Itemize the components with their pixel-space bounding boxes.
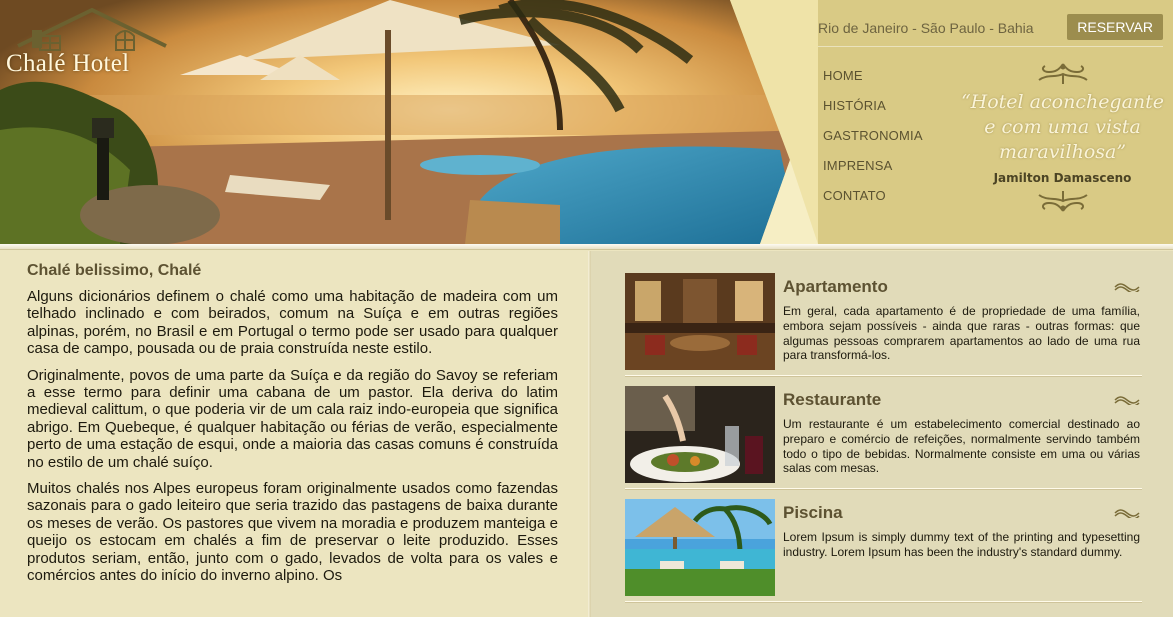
card-text: Em geral, cada apartamento é de propried… (783, 304, 1140, 363)
ornament-bottom-icon (1037, 191, 1088, 212)
card-divider (625, 601, 1142, 602)
top-bar: Rio de Janeiro - São Paulo - Bahia RESER… (818, 14, 1173, 42)
article-paragraph: Alguns dicionários definem o chalé como … (27, 288, 558, 358)
card-title[interactable]: Restaurante (783, 390, 881, 410)
nav-item-home[interactable]: HOME (823, 66, 943, 96)
nav-item-imprensa[interactable]: IMPRENSA (823, 156, 943, 186)
testimonial: “Hotel aconchegante e com uma vista mara… (955, 62, 1170, 227)
card-apartamento[interactable]: Apartamento Em geral, cada apartamento é… (625, 273, 1142, 377)
quote-author: Jamilton Damasceno (993, 171, 1132, 185)
sidebar: Apartamento Em geral, cada apartamento é… (591, 251, 1173, 617)
card-divider (625, 375, 1142, 376)
card-title[interactable]: Piscina (783, 503, 843, 523)
wave-icon (1114, 283, 1140, 292)
card-piscina[interactable]: Piscina Lorem Ipsum is simply dummy text… (625, 499, 1142, 603)
nav-item-gastronomia[interactable]: GASTRONOMIA (823, 126, 943, 156)
article-paragraph: Muitos chalés nos Alpes europeus foram o… (27, 480, 558, 585)
card-restaurante[interactable]: Restaurante Um restaurante é um estabele… (625, 386, 1142, 490)
wave-icon (1114, 396, 1140, 405)
location-text: Rio de Janeiro - São Paulo - Bahia (818, 20, 1034, 36)
main-nav: HOME HISTÓRIA GASTRONOMIA IMPRENSA CONTA… (823, 66, 943, 216)
site-header: Chalé Hotel Rio de Janeiro - São Paulo -… (0, 0, 1173, 244)
logo-text[interactable]: Chalé Hotel (6, 50, 129, 78)
pool-photo[interactable] (625, 499, 775, 596)
main-article: Chalé belissimo, Chalé Alguns dicionário… (27, 262, 558, 594)
wave-icon (1114, 509, 1140, 518)
article-title: Chalé belissimo, Chalé (27, 262, 202, 279)
card-title[interactable]: Apartamento (783, 277, 888, 297)
apartment-photo[interactable] (625, 273, 775, 370)
ornament-top-icon (1037, 63, 1088, 84)
nav-item-contato[interactable]: CONTATO (823, 186, 943, 216)
article-paragraph: Originalmente, povos de uma parte da Suí… (27, 366, 558, 471)
card-divider (625, 488, 1142, 489)
reserve-button[interactable]: RESERVAR (1067, 14, 1163, 40)
restaurant-photo[interactable] (625, 386, 775, 483)
card-text: Um restaurante é um estabelecimento come… (783, 417, 1140, 476)
topbar-divider (818, 46, 1163, 47)
quote-text: “Hotel aconchegante e com uma vista mara… (960, 91, 1165, 163)
nav-item-historia[interactable]: HISTÓRIA (823, 96, 943, 126)
card-text: Lorem Ipsum is simply dummy text of the … (783, 530, 1140, 559)
header-divider (0, 244, 1173, 250)
